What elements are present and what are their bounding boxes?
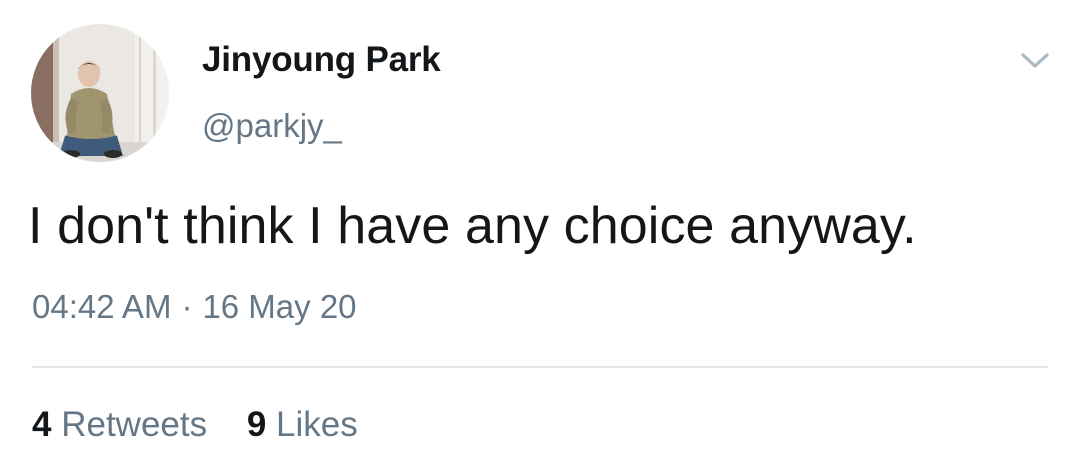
- tweet-menu-button[interactable]: [1018, 48, 1052, 74]
- meta-separator: ·: [181, 288, 193, 325]
- likes-count: 9: [246, 405, 267, 444]
- retweets-count: 4: [32, 405, 52, 444]
- likes-label: Likes: [276, 405, 358, 444]
- tweet-timestamp[interactable]: 04:42 AM · 16 May 20: [32, 288, 357, 326]
- retweets-label: Retweets: [61, 405, 208, 444]
- author-handle[interactable]: @parkjy_: [202, 107, 342, 145]
- tweet-date: 16 May 20: [202, 288, 357, 325]
- chevron-down-icon: [1021, 53, 1049, 68]
- likes-stat[interactable]: 9 Likes: [247, 405, 358, 445]
- retweets-stat[interactable]: 4 Retweets: [32, 405, 207, 445]
- tweet-card: Jinyoung Park @parkjy_ I don't think I h…: [0, 0, 1080, 471]
- tweet-text: I don't think I have any choice anyway.: [28, 197, 917, 255]
- avatar[interactable]: [31, 24, 169, 162]
- divider: [32, 366, 1048, 368]
- tweet-stats: 4 Retweets 9 Likes: [32, 405, 388, 445]
- avatar-photo: [31, 24, 169, 162]
- author-display-name[interactable]: Jinyoung Park: [202, 40, 441, 80]
- tweet-time: 04:42 AM: [32, 288, 172, 325]
